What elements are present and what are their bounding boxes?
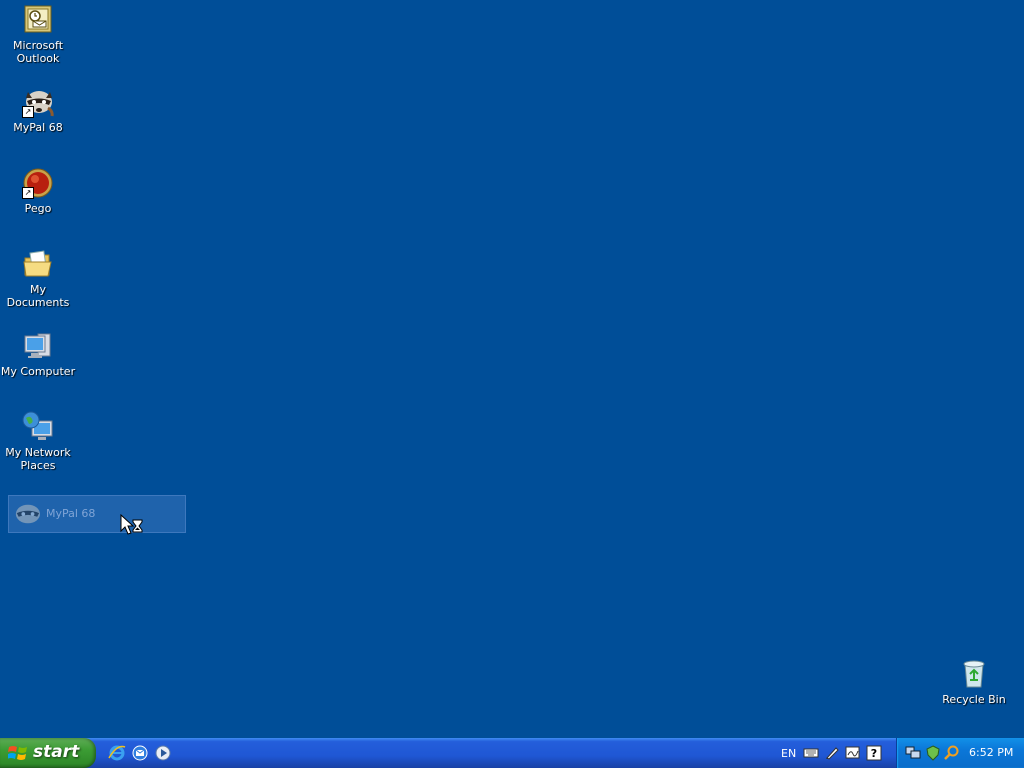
windows-flag-icon [7,744,28,762]
media-player-icon[interactable] [154,744,172,762]
desktop-icon-label: Recycle Bin [942,693,1006,706]
shortcut-arrow-icon: ↗ [22,187,34,199]
desktop-icon-pego[interactable]: ↗ Pego [0,167,76,215]
desktop-icon-my-documents[interactable]: My Documents [0,248,76,309]
drag-ghost-mypal-68: MyPal 68 [8,495,186,533]
desktop-icon-label: Microsoft Outlook [12,39,64,65]
help-icon[interactable]: ? [866,745,882,761]
internet-explorer-icon[interactable] [108,744,126,762]
keyboard-icon[interactable] [803,745,819,761]
mypal-raccoon-icon: ↗ [22,86,54,118]
outlook-icon [22,4,54,36]
network-places-icon [22,411,54,443]
desktop-icon-my-computer[interactable]: My Computer [0,330,76,378]
handwriting-icon[interactable] [845,745,861,761]
my-documents-folder-icon [22,248,54,280]
search-icon[interactable] [944,745,960,761]
desktop-icon-label: My Documents [6,283,70,309]
desktop-icon-mypal-68[interactable]: ↗ MyPal 68 [0,86,76,134]
drag-ghost-label: MyPal 68 [46,507,96,520]
desktop-icon-label: My Computer [0,365,76,378]
my-computer-icon [22,330,54,362]
recycle-bin-icon [958,658,990,690]
clock[interactable]: 6:52 PM [969,746,1013,759]
pen-icon[interactable] [824,745,840,761]
desktop-icon-my-network-places[interactable]: My Network Places [0,411,76,472]
desktop-icon-label: My Network Places [5,446,71,472]
notification-area: 6:52 PM [896,738,1024,768]
shortcut-arrow-icon: ↗ [22,106,34,118]
desktop[interactable]: Microsoft Outlook ↗ MyPal 68 ↗ Pego My D… [0,0,1024,738]
desktop-icon-label: Pego [24,202,52,215]
start-label: start [33,742,80,762]
taskbar: start EN ? 6:52 PM [0,738,1024,768]
outlook-express-icon[interactable] [131,744,149,762]
svg-text:?: ? [871,747,877,760]
language-indicator[interactable]: EN [781,747,796,760]
desktop-icon-label: MyPal 68 [13,121,63,134]
arrow-hourglass-busy-cursor [120,513,144,536]
start-button[interactable]: start [0,738,96,768]
security-icon[interactable] [925,745,941,761]
network-icon[interactable] [905,745,921,761]
pego-icon: ↗ [22,167,54,199]
desktop-icon-microsoft-outlook[interactable]: Microsoft Outlook [0,4,76,65]
mypal-raccoon-icon [12,501,42,527]
desktop-icon-recycle-bin[interactable]: Recycle Bin [936,658,1012,706]
